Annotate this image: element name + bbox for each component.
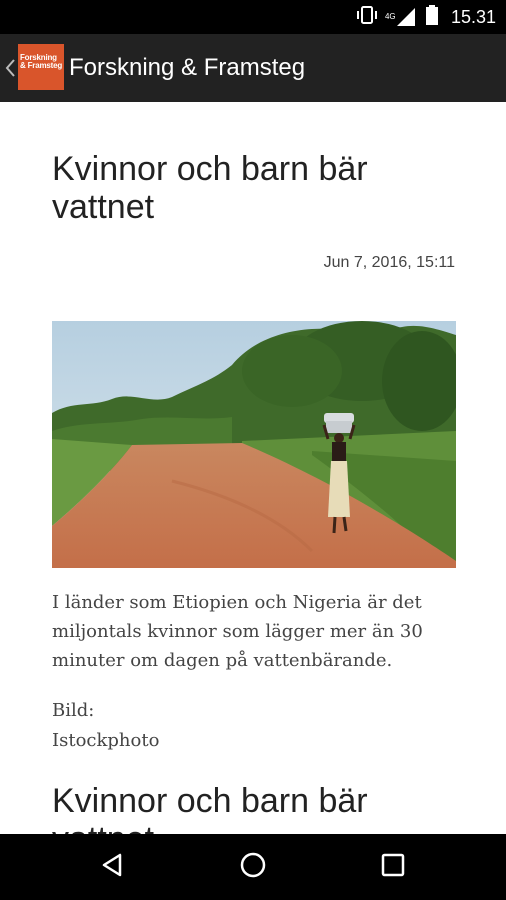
home-button[interactable] [236,850,270,884]
home-icon [239,851,267,884]
app-logo[interactable]: Forskning & Framsteg [18,44,64,90]
battery-icon [425,4,439,30]
article-title: Kvinnor och barn bär vattnet [52,150,368,226]
article-date: Jun 7, 2016, 15:11 [323,254,455,271]
article-body-title: Kvinnor och barn bär vattnet [52,782,368,834]
navigation-bar [0,834,506,900]
status-time: 15.31 [450,6,496,27]
status-bar: 4G 15.31 [0,0,506,34]
image-credit-value: Istockphoto [52,730,160,751]
recents-icon [380,852,406,883]
article-content[interactable]: Kvinnor och barn bär vattnet Jun 7, 2016… [0,102,506,834]
image-credit-label: Bild: [52,700,95,721]
signal-icon: 4G [385,6,417,28]
logo-text: Forskning & Framsteg [20,53,63,70]
status-icons: 4G 15.31 [355,0,496,34]
back-button[interactable] [96,850,130,884]
back-icon [100,852,126,883]
vibrate-icon [355,5,379,30]
app-title: Forskning & Framsteg [69,54,306,81]
article-image[interactable] [52,321,456,568]
up-navigation-icon[interactable] [4,58,18,78]
app-bar: Forskning & Framsteg Forskning & Framste… [0,34,506,102]
article-lead: I länder som Etiopien och Nigeria är det… [52,592,423,671]
recents-button[interactable] [376,850,410,884]
article-image-illustration [52,321,456,568]
